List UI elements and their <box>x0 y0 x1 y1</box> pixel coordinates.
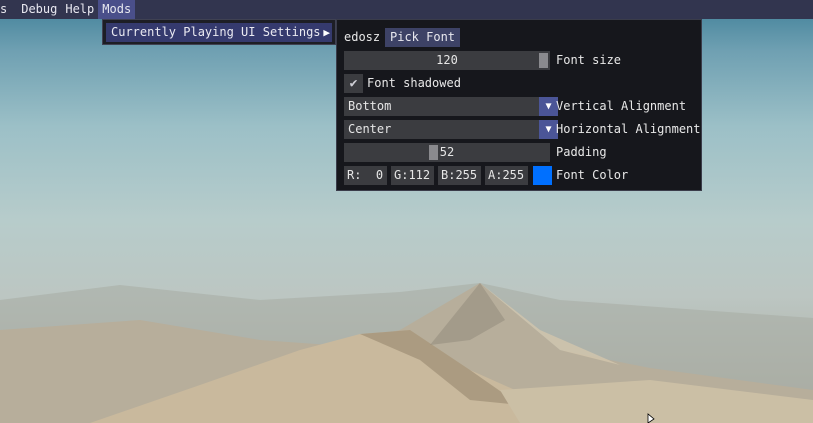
font-size-slider[interactable]: 120 <box>344 51 550 70</box>
vertical-alignment-value: Bottom <box>348 99 392 113</box>
menu-item-s[interactable]: s <box>0 0 11 19</box>
font-color-swatch[interactable] <box>533 166 552 185</box>
menu-item-help[interactable]: Help <box>61 0 98 19</box>
submenu-item-label: Currently Playing UI Settings <box>111 25 321 39</box>
font-color-label: Font Color <box>556 168 629 182</box>
color-red-field[interactable]: R: 0 <box>344 166 387 185</box>
menu-item-mods[interactable]: Mods <box>98 0 136 19</box>
vertical-alignment-label: Vertical Alignment <box>556 99 687 113</box>
padding-slider[interactable]: 52 <box>344 143 550 162</box>
ui-settings-panel: edosz Pick Font 120 Font size ✔ Font sha… <box>336 19 702 191</box>
horizontal-alignment-combo[interactable]: Center ▼ <box>344 120 558 139</box>
vertical-alignment-combo[interactable]: Bottom ▼ <box>344 97 558 116</box>
padding-value: 52 <box>439 145 455 159</box>
horizontal-alignment-value: Center <box>348 122 392 136</box>
checkmark-icon: ✔ <box>349 76 358 91</box>
mods-dropdown-menu: Currently Playing UI Settings ▶ <box>102 19 336 45</box>
menu-item-debug[interactable]: Debug <box>17 0 61 19</box>
padding-label: Padding <box>556 145 607 159</box>
color-green-field[interactable]: G:112 <box>391 166 434 185</box>
font-name-label: edosz <box>344 30 381 44</box>
font-size-label: Font size <box>556 53 622 67</box>
chevron-right-icon: ▶ <box>323 26 330 39</box>
font-shadowed-label: Font shadowed <box>367 76 461 90</box>
color-blue-field[interactable]: B:255 <box>438 166 481 185</box>
padding-slider-grab[interactable] <box>428 145 438 160</box>
horizontal-alignment-label: Horizontal Alignment <box>556 122 701 136</box>
font-shadowed-checkbox[interactable]: ✔ <box>344 74 363 93</box>
color-alpha-field[interactable]: A:255 <box>485 166 528 185</box>
font-size-slider-grab[interactable] <box>539 53 548 68</box>
main-menubar: s Debug Help Mods <box>0 0 813 19</box>
font-size-value: 120 <box>436 53 458 67</box>
pick-font-button[interactable]: Pick Font <box>385 28 461 47</box>
menu-item-currently-playing-ui-settings[interactable]: Currently Playing UI Settings ▶ <box>106 23 332 42</box>
